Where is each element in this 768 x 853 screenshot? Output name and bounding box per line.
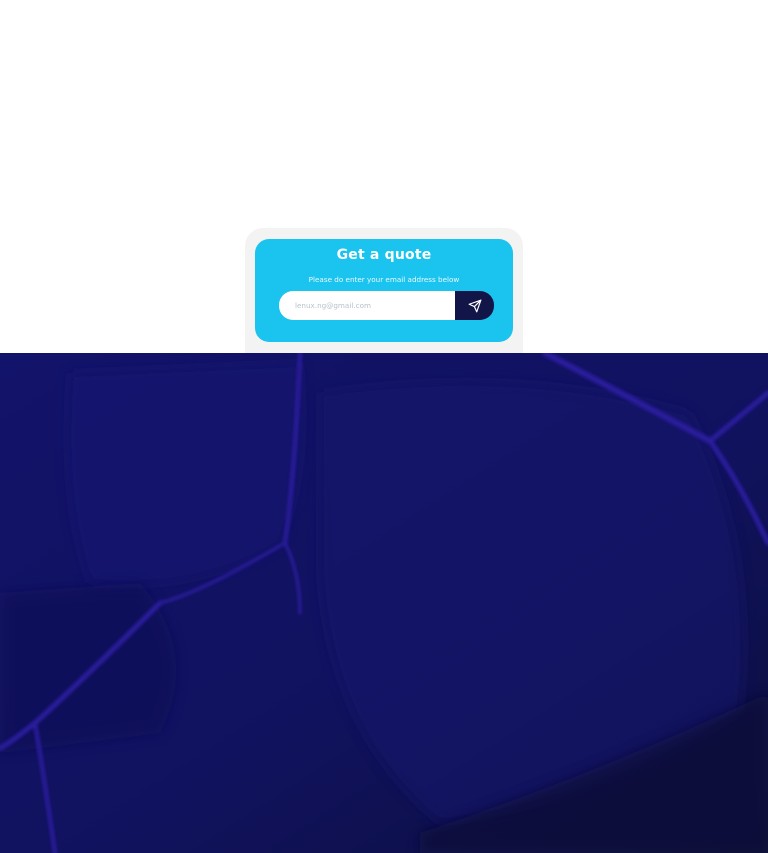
network-pattern-background [0,353,768,853]
email-input[interactable] [279,291,455,320]
quote-subtitle: Please do enter your email address below [308,275,460,284]
quote-card: Get a quote Please do enter your email a… [255,239,513,342]
send-icon [468,299,482,313]
quote-title: Get a quote [336,247,432,263]
dark-background-section [0,353,768,853]
send-button[interactable] [455,291,494,320]
page: Get a quote Please do enter your email a… [0,0,768,853]
email-form [279,291,494,320]
